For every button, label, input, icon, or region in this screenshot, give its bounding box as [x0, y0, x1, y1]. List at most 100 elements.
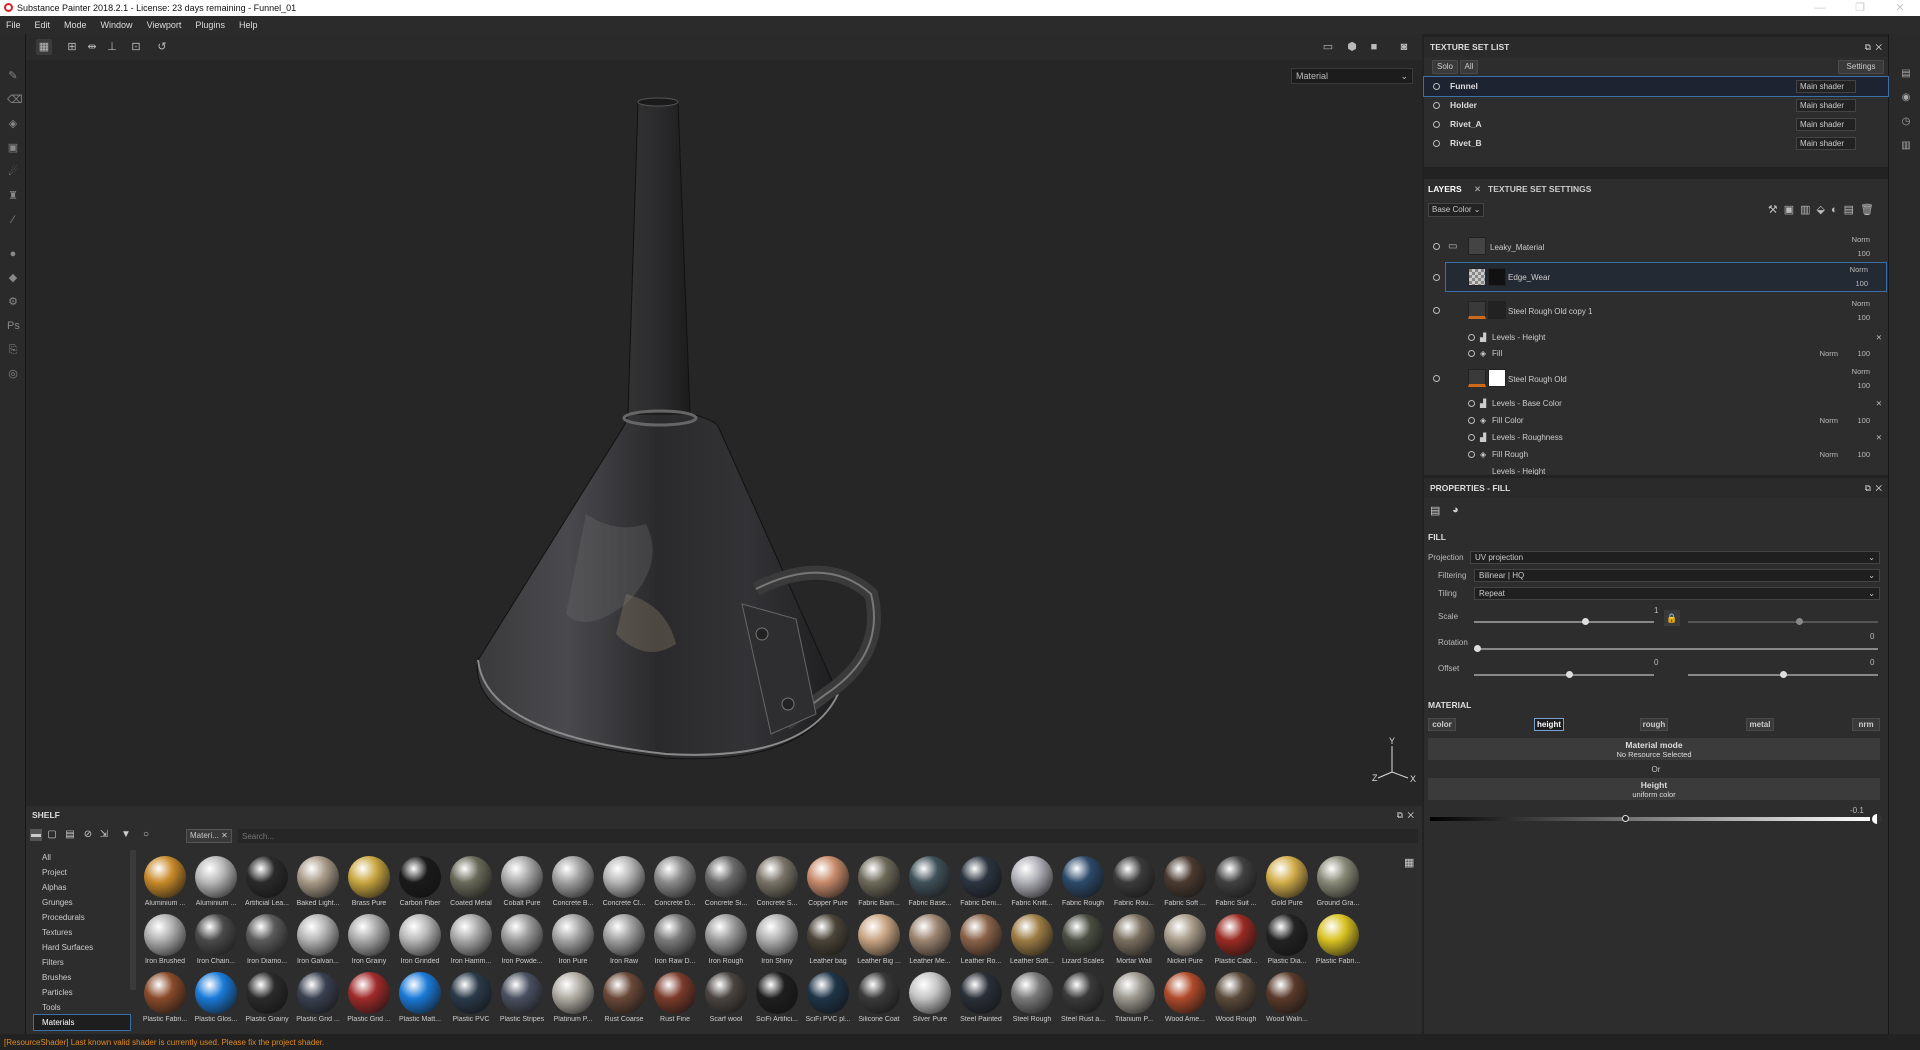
texture-set-row-rivet-b[interactable]: Rivet_B Main shader	[1424, 134, 1888, 153]
category-materials[interactable]: Materials	[33, 1014, 131, 1031]
log-icon[interactable]: ▥	[1900, 140, 1912, 152]
material-thumbnail[interactable]: Plastic Grid ...	[344, 972, 394, 1030]
material-thumbnail[interactable]: Plastic Grainy	[242, 972, 292, 1030]
tiling-select[interactable]: Repeat ⌄	[1474, 587, 1880, 600]
material-thumbnail[interactable]: Plastic Matt...	[395, 972, 445, 1030]
history-icon[interactable]: ↺	[154, 39, 170, 55]
shelf-search-input[interactable]	[238, 829, 1418, 843]
material-thumbnail[interactable]: SciFi PVC pl...	[803, 972, 853, 1030]
3d-viewport[interactable]: ▦ ⊞ ⇹ ⊥ ⊡ ↺ ▭ ⬢ ■ ◙	[26, 34, 1422, 806]
category-textures[interactable]: Textures	[34, 925, 130, 940]
effect-row-fill[interactable]: ◈ Fill Norm 100	[1424, 347, 1888, 361]
viewer-settings-icon[interactable]: ◉	[1900, 92, 1912, 104]
menu-plugins[interactable]: Plugins	[195, 20, 225, 30]
offset-u-value[interactable]: 0	[1654, 658, 1658, 667]
material-thumbnail[interactable]: Fabric Knitt...	[1007, 856, 1057, 914]
fill-settings-icon[interactable]: ▤	[1430, 504, 1440, 517]
menu-help[interactable]: Help	[239, 20, 258, 30]
material-thumbnail[interactable]: Rust Coarse	[599, 972, 649, 1030]
material-thumbnail[interactable]: Aluminium ...	[140, 856, 190, 914]
material-thumbnail[interactable]: Baked Light...	[293, 856, 343, 914]
material-thumbnail[interactable]: Iron Grinded	[395, 914, 445, 972]
visibility-eye-icon[interactable]	[1468, 417, 1475, 424]
material-thumbnail[interactable]: Plastic Fabri...	[1313, 914, 1363, 972]
material-thumbnail[interactable]: Cobalt Pure	[497, 856, 547, 914]
plugin-icon[interactable]: ◎	[7, 368, 19, 380]
material-thumbnail[interactable]: Rust Fine	[650, 972, 700, 1030]
material-thumbnail[interactable]: Mortar Wall	[1109, 914, 1159, 972]
folder-icon[interactable]: ▬	[30, 829, 42, 841]
category-brushes[interactable]: Brushes	[34, 970, 130, 985]
material-thumbnail[interactable]: Plastic Grid ...	[293, 972, 343, 1030]
category-filters[interactable]: Filters	[34, 955, 130, 970]
material-thumbnail[interactable]: Silver Pure	[905, 972, 955, 1030]
material-thumbnail[interactable]: Concrete Si...	[701, 856, 751, 914]
material-thumbnail[interactable]: Nickel Pure	[1160, 914, 1210, 972]
camera-icon[interactable]: ■	[1366, 39, 1382, 55]
material-thumbnail[interactable]: Coated Metal	[446, 856, 496, 914]
category-scrollbar[interactable]	[130, 850, 136, 990]
layer-row-edge-wear[interactable]: Edge_Wear Norm 100	[1445, 262, 1887, 292]
smudge-icon[interactable]: ☄	[7, 166, 19, 178]
material-thumbnail[interactable]: Steel Painted	[956, 972, 1006, 1030]
material-thumbnail[interactable]: Leather Ro...	[956, 914, 1006, 972]
grid-icon[interactable]: ▦	[36, 39, 52, 55]
material-thumbnail[interactable]: Fabric Rough	[1058, 856, 1108, 914]
grid-multi-icon[interactable]: ⊞	[64, 39, 80, 55]
settings-dropdown[interactable]: Settings	[1838, 60, 1884, 74]
texture-set-row-funnel[interactable]: Funnel Main shader	[1423, 76, 1889, 97]
material-thumbnail[interactable]: Scarf wool	[701, 972, 751, 1030]
fit-icon[interactable]: ⊡	[128, 39, 144, 55]
category-tools[interactable]: Tools	[34, 1000, 130, 1015]
visibility-eye-icon[interactable]	[1433, 83, 1440, 90]
visibility-eye-icon[interactable]	[1433, 307, 1440, 314]
visibility-eye-icon[interactable]	[1468, 350, 1475, 357]
material-thumbnail[interactable]: Concrete D...	[650, 856, 700, 914]
particle-icon[interactable]: ◆	[7, 272, 19, 284]
material-thumbnail[interactable]: Wood Ame...	[1160, 972, 1210, 1030]
category-particles[interactable]: Particles	[34, 985, 130, 1000]
clone-stamp-icon[interactable]: ♜	[7, 190, 19, 202]
visibility-eye-icon[interactable]	[1468, 434, 1475, 441]
material-thumbnail[interactable]: Iron Pure	[548, 914, 598, 972]
symmetry-icon[interactable]: ⇹	[84, 39, 100, 55]
material-thumbnail[interactable]: Iron Brushed	[140, 914, 190, 972]
material-thumbnail[interactable]: Iron Shiny	[752, 914, 802, 972]
material-thumbnail[interactable]: Gold Pure	[1262, 856, 1312, 914]
maximize-button[interactable]: ❐	[1840, 0, 1880, 16]
close-button[interactable]: ✕	[1880, 0, 1920, 16]
visibility-eye-icon[interactable]	[1468, 451, 1475, 458]
bake-icon[interactable]: ●	[7, 248, 19, 260]
all-button[interactable]: All	[1460, 60, 1478, 74]
projection-icon[interactable]: ◈	[7, 118, 19, 130]
texture-set-row-rivet-a[interactable]: Rivet_A Main shader	[1424, 115, 1888, 134]
settings-gear-icon[interactable]: ⚙	[7, 296, 19, 308]
filter-chip[interactable]: Materi... ✕	[186, 829, 232, 843]
category-procedurals[interactable]: Procedurals	[34, 910, 130, 925]
material-thumbnail[interactable]: Fabric Suit ...	[1211, 856, 1261, 914]
material-thumbnail[interactable]: Lizard Scales	[1058, 914, 1108, 972]
effect-row-fill-rough[interactable]: ◈ Fill Rough Norm 100	[1424, 448, 1888, 462]
geometry-mask-icon[interactable]: ▣	[7, 142, 19, 154]
channel-select[interactable]: Base Color ⌄	[1428, 203, 1484, 217]
color-picker-icon[interactable]: ⁄	[7, 214, 19, 226]
remove-effect-icon[interactable]: ✕	[1876, 433, 1882, 442]
material-thumbnail[interactable]: Iron Galvan...	[293, 914, 343, 972]
chip-height[interactable]: height	[1534, 718, 1564, 731]
menu-edit[interactable]: Edit	[35, 20, 51, 30]
texture-set-row-holder[interactable]: Holder Main shader	[1424, 96, 1888, 115]
material-thumbnail[interactable]: Carbon Fiber	[395, 856, 445, 914]
material-thumbnail[interactable]: Plastic Fabri...	[140, 972, 190, 1030]
material-thumbnail[interactable]: Brass Pure	[344, 856, 394, 914]
grid-view-icon[interactable]: ▦	[1404, 856, 1414, 869]
material-thumbnail[interactable]: Iron Raw	[599, 914, 649, 972]
solo-button[interactable]: Solo	[1432, 60, 1458, 74]
material-thumbnail[interactable]: Fabric Bam...	[854, 856, 904, 914]
material-thumbnail[interactable]: Iron Chain...	[191, 914, 241, 972]
tab-texture-set-settings[interactable]: TEXTURE SET SETTINGS	[1488, 184, 1591, 194]
material-thumbnail[interactable]: Concrete S...	[752, 856, 802, 914]
material-thumbnail[interactable]: Iron Rough	[701, 914, 751, 972]
filter-icon[interactable]: ▼	[120, 829, 132, 841]
visibility-eye-icon[interactable]	[1433, 102, 1440, 109]
material-thumbnail[interactable]: Concrete B...	[548, 856, 598, 914]
